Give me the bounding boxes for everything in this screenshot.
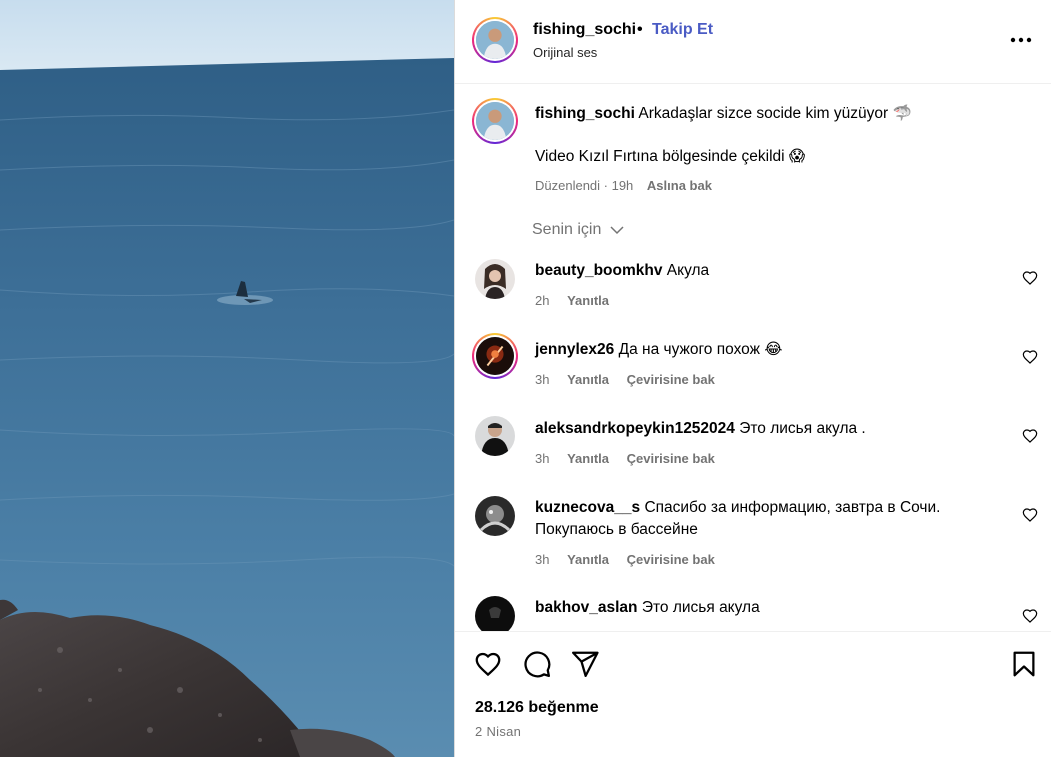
author-username[interactable]: fishing_sochi bbox=[533, 21, 636, 39]
commenter-avatar[interactable] bbox=[472, 333, 518, 379]
reply-button[interactable]: Yanıtla bbox=[567, 293, 609, 308]
comment-text: kuznecova__s Спасибо за информацию, завт… bbox=[535, 497, 995, 541]
comment-username[interactable]: kuznecova__s bbox=[535, 499, 640, 516]
follow-button[interactable]: Takip Et bbox=[652, 21, 713, 39]
caption-meta: Düzenlendi · 19h Aslına bak bbox=[535, 178, 712, 193]
separator-dot: • bbox=[637, 21, 643, 38]
chevron-down-icon bbox=[610, 226, 624, 234]
caption-avatar[interactable] bbox=[472, 98, 518, 144]
video-frame bbox=[0, 0, 454, 757]
see-translation-button[interactable]: Çevirisine bak bbox=[627, 372, 715, 387]
caption-text: fishing_sochi Arkadaşlar sizce socide ki… bbox=[535, 103, 1015, 125]
comment-like-heart-icon[interactable] bbox=[1022, 349, 1038, 365]
see-translation-button[interactable]: Çevirisine bak bbox=[627, 552, 715, 567]
commenter-avatar[interactable] bbox=[475, 416, 515, 456]
author-avatar[interactable] bbox=[472, 17, 518, 63]
commenter-avatar[interactable] bbox=[475, 496, 515, 536]
caption-edited-time: Düzenlendi · 19h bbox=[535, 178, 634, 193]
comment-body: Это лисья акула . bbox=[739, 420, 866, 437]
comment-username[interactable]: aleksandrkopeykin1252024 bbox=[535, 420, 735, 437]
reply-button[interactable]: Yanıtla bbox=[567, 451, 609, 466]
comment-meta: 3h Yanıtla Çevirisine bak bbox=[535, 372, 729, 387]
comments-section[interactable]: fishing_sochi Arkadaşlar sizce socide ki… bbox=[455, 85, 1051, 631]
see-translation-button[interactable]: Çevirisine bak bbox=[627, 451, 715, 466]
comment-body: Да на чужого похож 😂 bbox=[618, 341, 783, 358]
comment-like-heart-icon[interactable] bbox=[1022, 270, 1038, 286]
caption-line-2: Video Kızıl Fırtına bölgesinde çekildi 😱 bbox=[535, 148, 806, 165]
comment-icon[interactable] bbox=[522, 649, 552, 679]
comment-time: 2h bbox=[535, 293, 550, 308]
heart-icon[interactable] bbox=[473, 649, 503, 679]
comment-text: jennylex26 Да на чужого похож 😂 bbox=[535, 339, 995, 361]
comment-time: 3h bbox=[535, 552, 550, 567]
comment-filter-dropdown[interactable]: Senin için bbox=[532, 221, 624, 239]
comment-username[interactable]: beauty_boomkhv bbox=[535, 262, 662, 279]
caption-username[interactable]: fishing_sochi bbox=[535, 105, 635, 122]
comment-like-heart-icon[interactable] bbox=[1022, 507, 1038, 523]
comment-time: 3h bbox=[535, 451, 550, 466]
comment-like-heart-icon[interactable] bbox=[1022, 428, 1038, 444]
author-avatar-image bbox=[476, 21, 514, 59]
comment-body: Акула bbox=[666, 262, 710, 279]
comment-text: aleksandrkopeykin1252024 Это лисья акула… bbox=[535, 418, 995, 440]
bookmark-icon[interactable] bbox=[1009, 649, 1039, 679]
comment-text: beauty_boomkhv Акула bbox=[535, 260, 995, 282]
post-video[interactable] bbox=[0, 0, 454, 757]
comment-text: bakhov_aslan Это лисья акула bbox=[535, 597, 995, 619]
audio-label[interactable]: Orijinal ses bbox=[533, 45, 597, 60]
comment-username[interactable]: bakhov_aslan bbox=[535, 599, 638, 616]
comment-like-heart-icon[interactable] bbox=[1022, 608, 1038, 624]
post-side-panel: fishing_sochi • Takip Et Orijinal ses fi… bbox=[454, 0, 1051, 757]
more-options-icon[interactable] bbox=[1007, 27, 1035, 53]
comment-meta: 3h Yanıtla Çevirisine bak bbox=[535, 552, 729, 567]
comment-time: 3h bbox=[535, 372, 550, 387]
comment-body: Это лисья акула bbox=[641, 599, 760, 616]
post-header: fishing_sochi • Takip Et Orijinal ses bbox=[455, 0, 1051, 84]
reply-button[interactable]: Yanıtla bbox=[567, 372, 609, 387]
likes-count[interactable]: 28.126 beğenme bbox=[475, 699, 599, 717]
comment-meta: 2h Yanıtla bbox=[535, 293, 623, 308]
caption-line-1: Arkadaşlar sizce socide kim yüzüyor 🦈 bbox=[638, 105, 912, 122]
commenter-avatar[interactable] bbox=[475, 259, 515, 299]
comment-username[interactable]: jennylex26 bbox=[535, 341, 614, 358]
see-original-link[interactable]: Aslına bak bbox=[647, 178, 712, 193]
reply-button[interactable]: Yanıtla bbox=[567, 552, 609, 567]
comment-meta: 3h Yanıtla Çevirisine bak bbox=[535, 451, 729, 466]
commenter-avatar[interactable] bbox=[475, 596, 515, 631]
caption-avatar-image bbox=[476, 102, 514, 140]
comment-filter-label: Senin için bbox=[532, 221, 602, 238]
post-date[interactable]: 2 Nisan bbox=[475, 724, 521, 739]
post-actions: 28.126 beğenme 2 Nisan bbox=[455, 631, 1051, 757]
share-icon[interactable] bbox=[570, 649, 600, 679]
